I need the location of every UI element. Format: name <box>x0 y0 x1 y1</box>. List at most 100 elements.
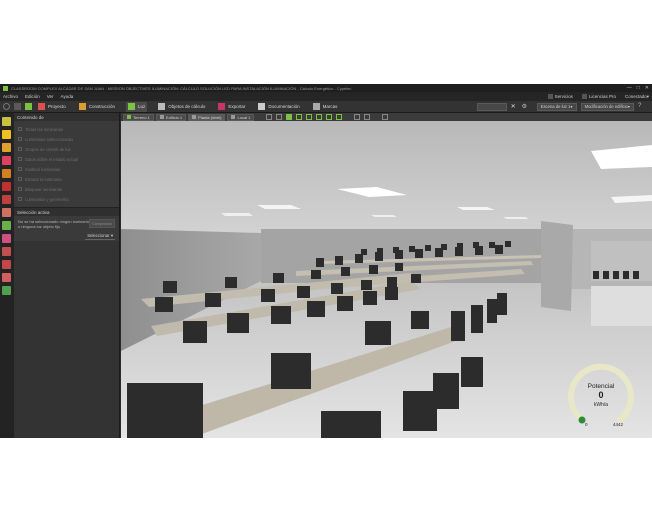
tab-edificio[interactable]: Edificio 1 <box>155 113 187 121</box>
checkbox-icon <box>18 197 22 201</box>
services-menu[interactable]: Servicios <box>547 94 573 99</box>
toolbar-objetos-button[interactable]: Objetos de cálculo <box>156 102 207 112</box>
report-icon[interactable] <box>2 234 11 243</box>
toolbar-documentacion-label: Documentación <box>268 104 300 109</box>
panel-list-item-label: Datos sobre el estado actual <box>25 156 79 162</box>
view-tool-1-icon[interactable] <box>266 114 273 120</box>
room-icon <box>231 115 236 119</box>
screen-icon[interactable] <box>2 273 11 282</box>
tab-terreno[interactable]: Terreno 1 <box>123 113 154 121</box>
panel-list-item[interactable]: Datos sobre el estado actual <box>18 154 115 164</box>
luminaire-icon[interactable] <box>2 143 11 152</box>
close-button[interactable]: ✕ <box>645 85 649 91</box>
door-icon[interactable] <box>2 195 11 204</box>
account-menu[interactable]: Conectado ▾ <box>625 94 649 100</box>
check-button[interactable]: Comprobar <box>89 219 115 228</box>
toolbar-marcas-label: Marcas <box>322 104 338 109</box>
toolbar-construccion-button[interactable]: Construcción <box>77 102 117 112</box>
panel-list-item[interactable]: Escalar la luminaria <box>18 174 115 184</box>
toolbar-exportar-button[interactable]: Exportar <box>216 102 247 112</box>
confirm-icon[interactable] <box>25 103 32 110</box>
zoom-icon[interactable] <box>364 114 371 120</box>
light-scene-select[interactable]: Escena de luz 1 ▾ <box>536 102 577 111</box>
menu-ver[interactable]: Ver <box>47 94 54 99</box>
panel-list-item[interactable]: Bloquear luminarias <box>18 184 115 194</box>
settings-icon[interactable] <box>2 286 11 295</box>
checkbox-icon <box>18 127 22 131</box>
panel-list-item[interactable]: Todas las luminarias <box>18 124 115 134</box>
toolbar-construccion-label: Construcción <box>88 104 116 109</box>
view-persp-icon[interactable] <box>336 114 343 120</box>
ceiling-light <box>503 217 529 219</box>
licenses-menu[interactable]: Licencias Pro <box>581 94 616 99</box>
fit-view-icon[interactable] <box>354 114 361 120</box>
save-icon[interactable] <box>14 103 21 110</box>
wrench-icon[interactable] <box>2 208 11 217</box>
tab-local[interactable]: Local 1 <box>227 113 255 121</box>
gauge-value: 0 <box>598 390 604 400</box>
select-button[interactable]: Seleccionar ▾ <box>85 233 115 240</box>
fullscreen-icon[interactable] <box>382 114 389 120</box>
building-icon <box>159 115 164 119</box>
objects-icon <box>158 103 166 110</box>
app-logo-icon <box>3 85 8 91</box>
panel-list-item[interactable]: Luminarias y geometría <box>18 194 115 204</box>
menu-ayuda[interactable]: Ayuda <box>61 94 74 99</box>
viewport-toolbar: Terreno 1 Edificio 1 Planta (nivel) Loca… <box>121 113 652 121</box>
menu-bar: Archivo Edición Ver Ayuda Servicios Lice… <box>0 92 652 101</box>
toolbar-proyecto-button[interactable]: Proyecto <box>36 102 68 112</box>
menu-edicion[interactable]: Edición <box>25 94 40 99</box>
ceiling-light <box>221 213 253 216</box>
light-scene-icon[interactable] <box>2 117 11 126</box>
toolbar-proyecto-label: Proyecto <box>48 104 66 109</box>
panel-list-item[interactable]: Grupos de control de luz <box>18 144 115 154</box>
window-icon[interactable] <box>2 182 11 191</box>
view-top-icon[interactable] <box>316 114 323 120</box>
delete-icon[interactable]: ✕ <box>511 103 518 110</box>
toolbar-luz-button[interactable]: Luz <box>126 101 148 112</box>
view-side-icon[interactable] <box>306 114 313 120</box>
panel-list-item[interactable]: Luminarias seleccionadas <box>18 134 115 144</box>
maximize-button[interactable]: □ <box>637 85 640 91</box>
marks-icon <box>312 103 320 110</box>
checkbox-icon <box>18 167 22 171</box>
help-icon[interactable]: ? <box>638 103 645 110</box>
title-bar: CLASSROOM COMPLEX ALCÁZAR DE SAN JUAN - … <box>0 84 652 92</box>
toolbar-documentacion-button[interactable]: Documentación <box>256 102 301 112</box>
checkbox-icon <box>18 137 22 141</box>
minimize-button[interactable]: — <box>627 85 632 91</box>
account-label: Conectado <box>624 94 647 99</box>
3d-viewport[interactable]: Terreno 1 Edificio 1 Planta (nivel) Loca… <box>121 113 652 438</box>
checkbox-icon <box>18 147 22 151</box>
services-label: Servicios <box>554 94 573 99</box>
panel-list-item-label: Luminarias y geometría <box>25 196 69 202</box>
view-iso-icon[interactable] <box>326 114 333 120</box>
sun-icon[interactable] <box>2 169 11 178</box>
chevron-down-icon: ▾ <box>109 233 113 238</box>
back-icon[interactable] <box>3 103 10 110</box>
tab-planta-label: Planta (nivel) <box>198 114 222 120</box>
menu-archivo[interactable]: Archivo <box>3 94 18 99</box>
building-mod-select[interactable]: Modificación de edificio ▾ <box>580 102 634 111</box>
light-icon <box>128 103 136 110</box>
toolbar-marcas-button[interactable]: Marcas <box>311 102 340 112</box>
panel-list-item[interactable]: Sustituir luminarias <box>18 164 115 174</box>
main-toolbar: Proyecto Construcción Luz Objetos de cál… <box>0 101 652 113</box>
terrain-icon <box>127 115 131 119</box>
gear-icon[interactable]: ⚙ <box>522 103 529 110</box>
window-title: CLASSROOM COMPLEX ALCÁZAR DE SAN JUAN - … <box>11 85 352 91</box>
project-icon <box>38 103 45 110</box>
side-room <box>591 241 652 281</box>
table-icon[interactable] <box>2 247 11 256</box>
selection-note: No se ha seleccionado ningún luminario o… <box>18 219 89 229</box>
toolbar-search-input[interactable] <box>476 102 507 111</box>
bulb-icon[interactable] <box>2 130 11 139</box>
view-3d-icon[interactable] <box>286 114 293 120</box>
color-wheel-icon[interactable] <box>2 156 11 165</box>
view-tool-2-icon[interactable] <box>276 114 283 120</box>
leaf-icon[interactable] <box>2 221 11 230</box>
selection-note-row: No se ha seleccionado ningún luminario o… <box>14 216 119 232</box>
chart-icon[interactable] <box>2 260 11 269</box>
tab-planta[interactable]: Planta (nivel) <box>188 113 226 121</box>
view-front-icon[interactable] <box>296 114 303 120</box>
